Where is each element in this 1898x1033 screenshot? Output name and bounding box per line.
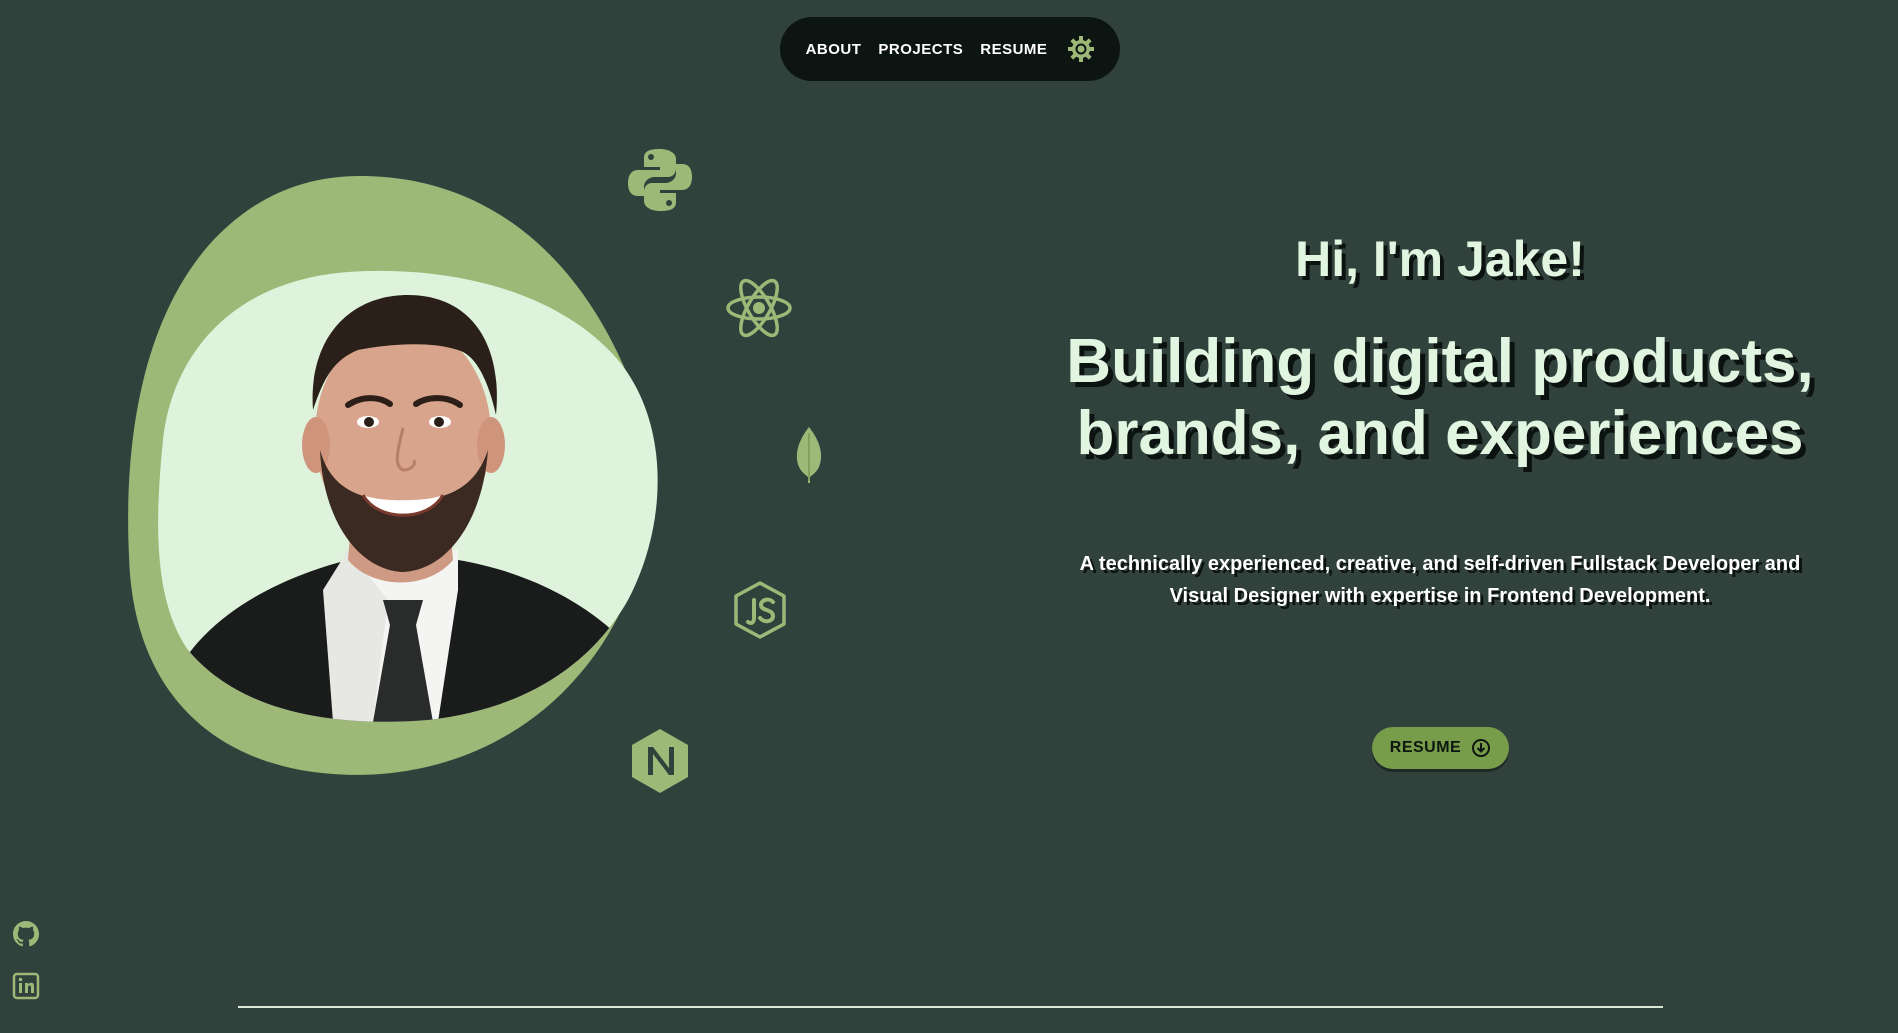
section-divider [238, 1006, 1663, 1008]
github-icon[interactable] [12, 920, 40, 948]
top-nav: ABOUT PROJECTS RESUME [780, 17, 1120, 81]
theme-toggle-button[interactable] [1068, 36, 1095, 62]
intro-line-1: A technically experienced, creative, and… [1079, 553, 1801, 575]
headline-line-2: brands, and experiences [1076, 399, 1804, 468]
headline-line-1: Building digital products, [1066, 327, 1814, 396]
download-circle-icon [1472, 739, 1491, 757]
greeting-heading: Hi, I'm Jake! [1295, 231, 1585, 287]
intro-line-2: Visual Designer with expertise in Fronte… [1169, 585, 1711, 607]
linkedin-icon[interactable] [12, 972, 40, 1000]
nav-projects-link[interactable]: PROJECTS [878, 41, 963, 58]
react-icon [726, 278, 792, 338]
nav-about-link[interactable]: ABOUT [806, 41, 862, 58]
nav-resume-link[interactable]: RESUME [980, 41, 1047, 58]
mongodb-leaf-icon [796, 427, 822, 483]
nodejs-icon [734, 581, 786, 639]
python-icon [628, 149, 692, 211]
portrait [158, 270, 660, 722]
intro-text: A technically experienced, creative, and… [1050, 548, 1830, 612]
nginx-icon [632, 729, 688, 793]
hero-section: Hi, I'm Jake! Building digital products,… [1050, 230, 1830, 612]
sun-icon [1068, 36, 1095, 62]
resume-download-button[interactable]: RESUME [1372, 727, 1509, 769]
resume-button-label: RESUME [1389, 739, 1462, 756]
page: ABOUT PROJECTS RESUME Hi, I'm Jake! Buil… [0, 0, 1898, 1033]
headline: Building digital products, brands, and e… [1050, 326, 1830, 470]
